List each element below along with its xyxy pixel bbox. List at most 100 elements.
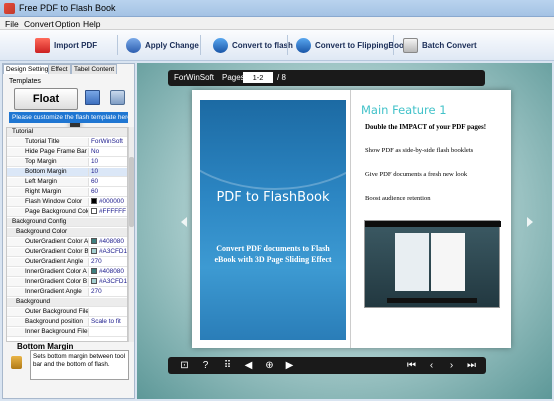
property-value-text: #FFFFFF xyxy=(99,208,126,215)
property-group-header[interactable]: Background Config xyxy=(7,218,127,227)
property-row[interactable]: Background position Scale to fit xyxy=(7,318,127,327)
property-row[interactable]: OuterGradient Color B #A3CFD1 xyxy=(7,248,128,257)
next-page-icon[interactable]: › xyxy=(445,359,458,372)
property-group-label: Background Color xyxy=(7,228,127,236)
brand-label: ForWinSoft xyxy=(174,73,215,82)
menu-convert[interactable]: Convert xyxy=(24,19,54,29)
previous-page-icon[interactable]: ‹ xyxy=(425,359,438,372)
property-row[interactable]: Flash Window Color #000000 xyxy=(7,198,127,207)
property-value[interactable]: 270 xyxy=(89,258,127,266)
preview-top-toolbar: ForWinSoft Pages: / 8 xyxy=(168,70,485,86)
page-number-input[interactable] xyxy=(243,72,273,83)
color-swatch[interactable] xyxy=(91,238,97,244)
property-value[interactable]: 10 xyxy=(89,158,127,166)
settings-panel: Design Setting Effect Tabel Content Temp… xyxy=(2,63,135,399)
property-value-text: #408080 xyxy=(99,268,124,275)
convert-to-flippingbook-button[interactable]: Convert to FlippingBook xyxy=(296,34,408,56)
first-page-icon[interactable]: ⏮ xyxy=(405,359,418,372)
menu-option[interactable]: Option xyxy=(55,19,80,29)
property-value[interactable]: #408080 xyxy=(89,268,127,276)
tab-design-setting[interactable]: Design Setting xyxy=(3,64,52,74)
menu-bar: File Convert Option Help xyxy=(0,17,554,30)
right-page[interactable]: Main Feature 1 Double the IMPACT of your… xyxy=(352,90,511,348)
info-icon xyxy=(11,356,22,369)
screenshot-image xyxy=(364,220,501,308)
property-value[interactable] xyxy=(89,328,127,336)
float-template-button[interactable]: Float xyxy=(14,88,80,129)
property-scrollbar[interactable] xyxy=(128,127,134,342)
property-group-header[interactable]: Tutorial xyxy=(7,128,127,137)
property-row[interactable]: Page Background Color #FFFFFF xyxy=(7,208,127,217)
convert-flippingbook-icon xyxy=(296,37,311,53)
property-row[interactable]: Top Margin 10 xyxy=(7,158,127,167)
property-row[interactable]: Inner Background File xyxy=(7,328,127,337)
property-value-text: #A3CFD1 xyxy=(99,248,128,255)
property-value-text: ForWinSoft xyxy=(91,138,123,145)
menu-help[interactable]: Help xyxy=(83,19,100,29)
property-name: InnerGradient Angle xyxy=(7,288,89,296)
zoom-in-icon[interactable]: ⊕ xyxy=(263,359,276,372)
property-name: Hide Page Frame Bar xyxy=(7,148,89,156)
property-group-label: Tutorial xyxy=(7,128,127,136)
menu-file[interactable]: File xyxy=(5,19,19,29)
flash-preview: ForWinSoft Pages: / 8 PDF to FlashBook C… xyxy=(137,63,552,399)
convert-to-flash-button[interactable]: Convert to flash xyxy=(213,34,293,56)
property-row[interactable]: Hide Page Frame Bar No xyxy=(7,148,127,157)
convert-to-flash-label: Convert to flash xyxy=(232,40,293,50)
screenshot-page xyxy=(431,233,465,291)
property-row[interactable]: Outer Background File xyxy=(7,308,127,317)
property-value[interactable]: #000000 xyxy=(89,198,127,206)
batch-convert-button[interactable]: Batch Convert xyxy=(403,34,477,56)
import-pdf-button[interactable]: Import PDF xyxy=(35,34,97,56)
help-icon[interactable]: ? xyxy=(199,359,212,372)
property-value-text: 10 xyxy=(91,168,99,175)
color-swatch[interactable] xyxy=(91,248,97,254)
property-row[interactable]: InnerGradient Color B #A3CFD1 xyxy=(7,278,127,287)
flipbook: PDF to FlashBook Convert PDF documents t… xyxy=(192,90,511,348)
import-pdf-icon xyxy=(35,37,50,53)
autoplay-icon[interactable]: ▶ xyxy=(283,359,296,372)
property-value[interactable]: Scale to fit xyxy=(89,318,127,326)
property-value[interactable]: No xyxy=(89,148,127,156)
tab-tabel-content[interactable]: Tabel Content xyxy=(71,64,118,74)
cover-image: PDF to FlashBook Convert PDF documents t… xyxy=(200,100,346,340)
property-value[interactable]: 270 xyxy=(89,288,127,296)
property-value[interactable]: 60 xyxy=(89,188,127,196)
property-value[interactable]: #A3CFD1 xyxy=(89,278,127,286)
property-value[interactable]: 10 xyxy=(89,168,127,176)
property-value[interactable]: #A3CFD1 xyxy=(89,248,128,256)
color-swatch[interactable] xyxy=(91,198,97,204)
property-row[interactable]: Tutorial Title ForWinSoft xyxy=(7,138,127,147)
apply-change-button[interactable]: Apply Change xyxy=(126,34,199,56)
property-value[interactable]: #FFFFFF xyxy=(89,208,127,216)
color-swatch[interactable] xyxy=(91,278,97,284)
last-page-icon[interactable]: ⏭ xyxy=(465,359,478,372)
property-row[interactable]: Right Margin 60 xyxy=(7,188,127,197)
property-group-header[interactable]: Background Color xyxy=(7,228,127,237)
fit-screen-icon[interactable]: ⊡ xyxy=(178,359,191,372)
prev-page-arrow-icon[interactable] xyxy=(181,217,187,227)
next-page-arrow-icon[interactable] xyxy=(527,217,533,227)
property-value[interactable]: 60 xyxy=(89,178,127,186)
scrollbar-thumb[interactable] xyxy=(129,157,134,227)
left-page[interactable]: PDF to FlashBook Convert PDF documents t… xyxy=(192,90,351,348)
property-row[interactable]: InnerGradient Color A #408080 xyxy=(7,268,127,277)
sound-icon[interactable]: ◀ xyxy=(242,359,255,372)
property-value[interactable] xyxy=(89,308,127,316)
property-value[interactable]: ForWinSoft xyxy=(89,138,127,146)
property-row[interactable]: InnerGradient Angle 270 xyxy=(7,288,127,297)
color-swatch[interactable] xyxy=(91,208,97,214)
cover-subtitle: Convert PDF documents to Flash eBook wit… xyxy=(214,244,332,264)
property-group-header[interactable]: Background xyxy=(7,298,127,307)
load-template-icon[interactable] xyxy=(110,90,125,105)
property-row[interactable]: OuterGradient Color A #408080 xyxy=(7,238,127,247)
tab-effect[interactable]: Effect xyxy=(48,64,71,74)
convert-to-flippingbook-label: Convert to FlippingBook xyxy=(315,40,409,50)
property-row[interactable]: Left Margin 60 xyxy=(7,178,127,187)
color-swatch[interactable] xyxy=(91,268,97,274)
property-value[interactable]: #408080 xyxy=(89,238,127,246)
thumbnails-icon[interactable]: ⠿ xyxy=(221,359,234,372)
property-row[interactable]: Bottom Margin 10 xyxy=(7,168,127,177)
save-template-icon[interactable] xyxy=(85,90,100,105)
property-row[interactable]: OuterGradient Angle 270 xyxy=(7,258,127,267)
